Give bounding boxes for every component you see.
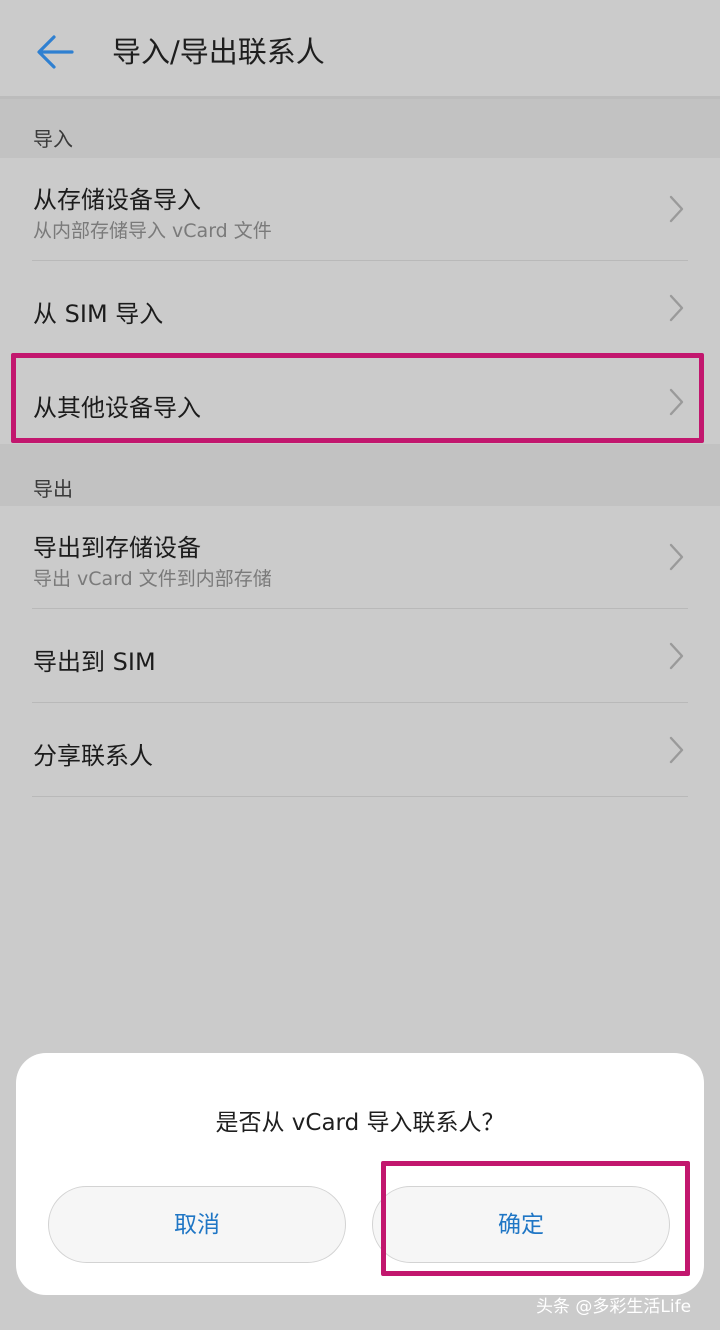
chevron-right-icon — [669, 294, 684, 322]
app-header: 导入/导出联系人 — [0, 0, 720, 99]
page-title: 导入/导出联系人 — [112, 35, 325, 69]
dialog-message: 是否从 vCard 导入联系人？ — [215, 1110, 505, 1136]
highlight-box — [11, 353, 704, 443]
item-subtitle: 从内部存储导入 vCard 文件 — [33, 220, 272, 242]
highlight-box — [381, 1161, 690, 1276]
import-from-sim-item[interactable]: 从 SIM 导入 — [0, 261, 720, 354]
section-label-import: 导入 — [33, 127, 73, 151]
section-export: 导出 — [0, 444, 720, 506]
chevron-right-icon — [669, 195, 684, 223]
chevron-right-icon — [669, 543, 684, 571]
export-to-sim-item[interactable]: 导出到 SIM — [0, 609, 720, 703]
cancel-button[interactable]: 取消 — [48, 1186, 346, 1263]
section-label-export: 导出 — [33, 477, 73, 501]
item-title: 分享联系人 — [33, 742, 153, 770]
share-contacts-item[interactable]: 分享联系人 — [0, 703, 720, 797]
watermark-text: 头条 @多彩生活Life — [536, 1297, 692, 1317]
chevron-right-icon — [669, 736, 684, 764]
item-title: 导出到存储设备 — [33, 534, 201, 562]
item-title: 导出到 SIM — [33, 648, 156, 676]
chevron-right-icon — [669, 642, 684, 670]
export-to-storage-item[interactable]: 导出到存储设备 导出 vCard 文件到内部存储 — [0, 506, 720, 609]
item-title: 从存储设备导入 — [33, 186, 201, 214]
item-title: 从 SIM 导入 — [33, 300, 164, 328]
divider — [32, 796, 688, 797]
arrow-left-icon[interactable] — [32, 28, 80, 76]
item-subtitle: 导出 vCard 文件到内部存储 — [33, 568, 272, 590]
section-import: 导入 — [0, 99, 720, 158]
import-from-storage-item[interactable]: 从存储设备导入 从内部存储导入 vCard 文件 — [0, 158, 720, 261]
